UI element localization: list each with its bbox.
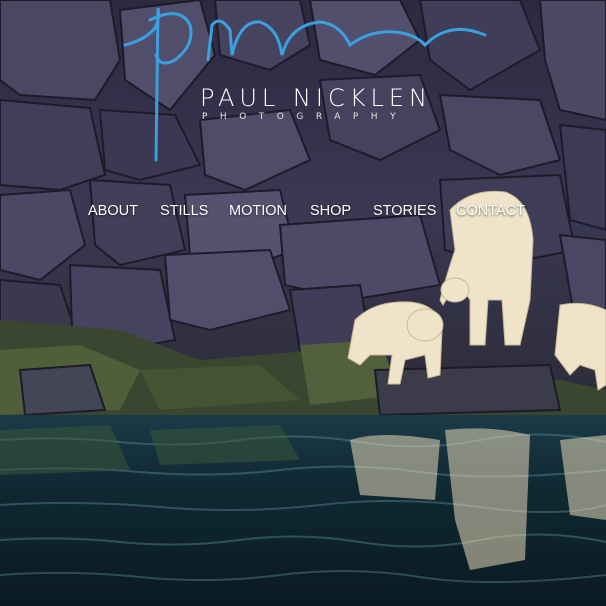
brand-tagline: PHOTOGRAPHY xyxy=(202,112,409,122)
nav-about[interactable]: ABOUT xyxy=(88,203,138,219)
brand-name: PAUL NICKLEN xyxy=(200,84,432,112)
main-nav: ABOUT STILLS MOTION SHOP STORIES CONTACT xyxy=(0,203,606,225)
pn-signature-icon xyxy=(123,7,487,162)
nav-shop[interactable]: SHOP xyxy=(310,203,351,219)
nav-stories[interactable]: STORIES xyxy=(373,203,436,219)
nav-contact[interactable]: CONTACT xyxy=(456,203,525,219)
nav-motion[interactable]: MOTION xyxy=(229,203,287,219)
nav-stills[interactable]: STILLS xyxy=(160,203,208,219)
signature-logo[interactable] xyxy=(120,0,500,165)
